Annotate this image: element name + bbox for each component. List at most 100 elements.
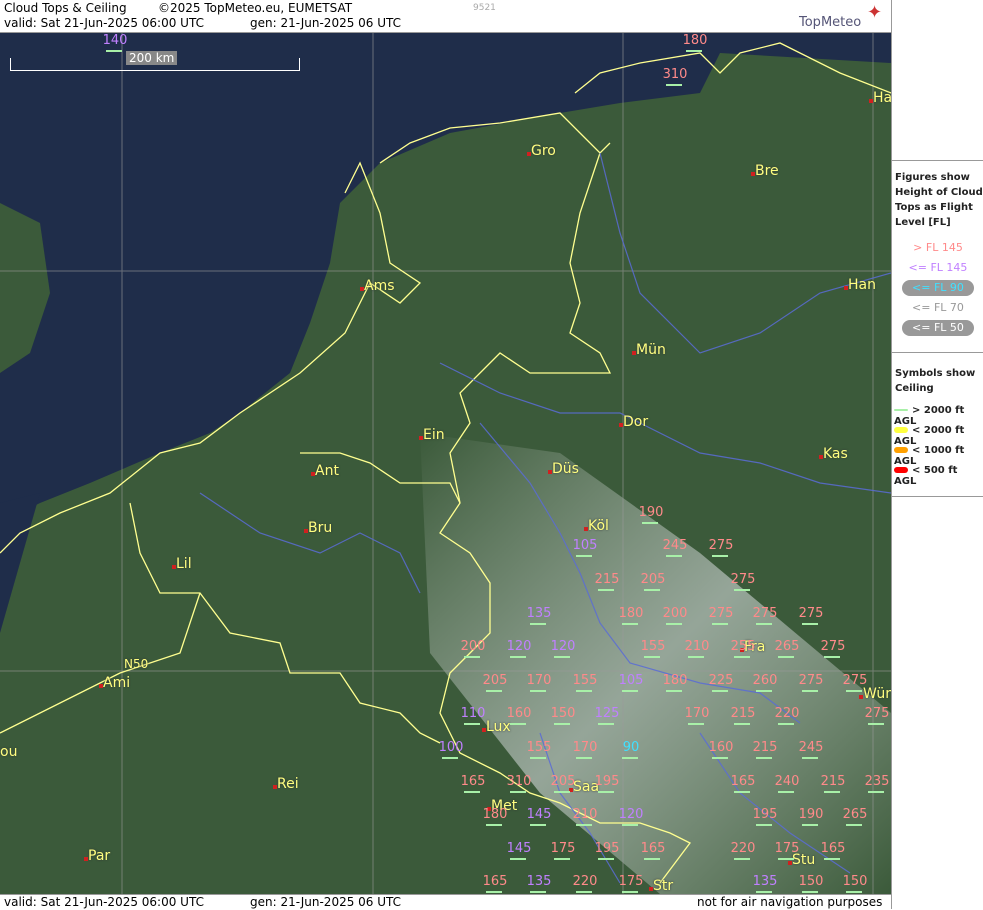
city-label: Rei bbox=[273, 776, 299, 792]
symbols-heading: Symbols show Ceiling bbox=[895, 368, 976, 394]
flight-level-label: 120 bbox=[616, 807, 646, 826]
flight-level-label: 245 bbox=[660, 538, 690, 557]
flight-level-label: 275 bbox=[706, 538, 736, 557]
flight-level-label: 175 bbox=[772, 841, 802, 860]
flight-level-label: 165 bbox=[818, 841, 848, 860]
flight-level-label: 225 bbox=[706, 673, 736, 692]
flight-level-label: 180 bbox=[660, 673, 690, 692]
flight-level-label: 135 bbox=[524, 606, 554, 625]
flight-level-label: 195 bbox=[750, 807, 780, 826]
flight-level-label: 235 bbox=[862, 774, 891, 793]
flight-level-label: 220 bbox=[570, 874, 600, 893]
city-label: Bru bbox=[304, 520, 332, 536]
flight-level-label: 195 bbox=[592, 841, 622, 860]
flight-level-label: 245 bbox=[796, 740, 826, 759]
city-label: Dor bbox=[619, 414, 648, 430]
scale-label: 200 km bbox=[126, 51, 178, 65]
legend-item: <= FL 90 bbox=[902, 280, 974, 296]
city-label: Bre bbox=[751, 163, 779, 179]
flight-level-label: 205 bbox=[548, 774, 578, 793]
flight-level-label: 255 bbox=[728, 639, 758, 658]
flight-level-label: 310 bbox=[504, 774, 534, 793]
city-label: Mün bbox=[632, 342, 666, 358]
city-label: Str bbox=[649, 878, 673, 894]
legend-item: <= FL 50 bbox=[902, 320, 974, 336]
flight-level-label: 275 bbox=[796, 673, 826, 692]
flight-level-label: 150 bbox=[840, 874, 870, 893]
flight-level-label: 310 bbox=[660, 67, 690, 86]
flight-level-label: 190 bbox=[636, 505, 666, 524]
legend-blank bbox=[892, 0, 983, 161]
city-label: Kas bbox=[819, 446, 848, 462]
city-label: Ams bbox=[360, 278, 395, 294]
flight-level-label: 120 bbox=[504, 639, 534, 658]
flight-level-label: 180 bbox=[616, 606, 646, 625]
flight-level-label: 125 bbox=[592, 706, 622, 725]
flight-level-label: 260 bbox=[750, 673, 780, 692]
flight-level-label: 175 bbox=[616, 874, 646, 893]
flight-level-label: 160 bbox=[706, 740, 736, 759]
flight-level-label: 210 bbox=[682, 639, 712, 658]
symbol-item: < 1000 ft AGL bbox=[894, 445, 965, 467]
flight-level-label: 165 bbox=[638, 841, 668, 860]
flight-level-label: 135 bbox=[750, 874, 780, 893]
flight-level-label: 275 bbox=[818, 639, 848, 658]
legend-item: <= FL 145 bbox=[908, 261, 968, 274]
flight-level-label: 200 bbox=[660, 606, 690, 625]
valid-time: valid: Sat 21-Jun-2025 06:00 UTC bbox=[4, 16, 204, 30]
flight-level-label: 190 bbox=[796, 807, 826, 826]
flight-level-label: 265 bbox=[772, 639, 802, 658]
flight-level-label: 275 bbox=[796, 606, 826, 625]
city-label: Düs bbox=[548, 461, 579, 477]
flight-level-label: 275 bbox=[750, 606, 780, 625]
flight-level-label: 145 bbox=[524, 807, 554, 826]
scale-bar: 200 km bbox=[10, 51, 300, 71]
flight-level-label: 275 bbox=[840, 673, 870, 692]
footer-disclaimer: not for air navigation purposes bbox=[697, 895, 883, 909]
flight-level-label: 265 bbox=[840, 807, 870, 826]
generated-time: gen: 21-Jun-2025 06 UTC bbox=[250, 16, 402, 30]
flight-level-label: 205 bbox=[638, 572, 668, 591]
flight-level-label: 140 bbox=[100, 33, 130, 52]
city-label: Han bbox=[844, 277, 876, 293]
flight-level-label: 195 bbox=[592, 774, 622, 793]
city-label: Ant bbox=[311, 463, 339, 479]
header-bar: Cloud Tops & Ceiling ©2025 TopMeteo.eu, … bbox=[0, 0, 891, 33]
flight-level-label: 170 bbox=[570, 740, 600, 759]
flight-level-label: 135 bbox=[524, 874, 554, 893]
copyright: ©2025 TopMeteo.eu, EUMETSAT bbox=[158, 1, 353, 15]
flight-level-label: 275 bbox=[862, 706, 891, 725]
footer-valid: valid: Sat 21-Jun-2025 06:00 UTC bbox=[4, 895, 204, 909]
city-label: Par bbox=[84, 848, 110, 864]
flight-level-label: 200 bbox=[458, 639, 488, 658]
flight-level-label: 150 bbox=[796, 874, 826, 893]
map-title: Cloud Tops & Ceiling bbox=[4, 1, 127, 15]
flight-level-label: 175 bbox=[548, 841, 578, 860]
flight-level-label: 150 bbox=[548, 706, 578, 725]
symbol-item: < 2000 ft AGL bbox=[894, 425, 965, 447]
city-label: Wür bbox=[859, 686, 891, 702]
flight-level-label: 220 bbox=[772, 706, 802, 725]
flight-level-label: 165 bbox=[458, 774, 488, 793]
flight-level-label: 160 bbox=[504, 706, 534, 725]
flight-level-label: 215 bbox=[592, 572, 622, 591]
flight-level-label: 170 bbox=[682, 706, 712, 725]
city-label: ou bbox=[0, 744, 18, 760]
flight-level-label: 170 bbox=[524, 673, 554, 692]
flight-level-label: 210 bbox=[570, 807, 600, 826]
legend-item: > FL 145 bbox=[913, 241, 963, 254]
flight-level-label: 165 bbox=[728, 774, 758, 793]
symbol-item: < 500 ft AGL bbox=[894, 465, 958, 487]
flight-level-label: 215 bbox=[728, 706, 758, 725]
city-label: Lux bbox=[482, 719, 511, 735]
flight-level-label: 180 bbox=[680, 33, 710, 52]
flight-level-label: 100 bbox=[436, 740, 466, 759]
compass-icon: ✦ bbox=[867, 2, 883, 23]
flight-level-label: 155 bbox=[570, 673, 600, 692]
brand-logo: TopMeteo bbox=[799, 15, 862, 30]
satellite-map[interactable]: 200 km N50 Gro Bre Ams Han Mün Ein Dor A… bbox=[0, 33, 891, 894]
legend-divider bbox=[892, 496, 983, 497]
flight-level-label: 275 bbox=[728, 572, 758, 591]
footer-bar: valid: Sat 21-Jun-2025 06:00 UTC gen: 21… bbox=[0, 894, 891, 910]
legend-panel: Figures show Height of Cloud Tops as Fli… bbox=[891, 0, 983, 909]
